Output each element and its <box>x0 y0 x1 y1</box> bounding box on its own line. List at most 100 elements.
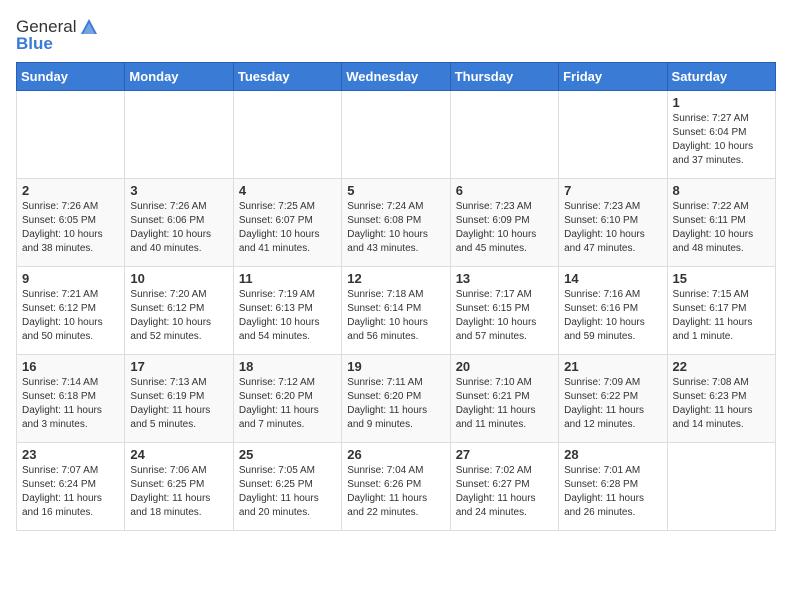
calendar-cell: 10 Sunrise: 7:20 AM Sunset: 6:12 PM Dayli… <box>125 267 233 355</box>
day-number: 18 <box>239 359 336 374</box>
day-number: 25 <box>239 447 336 462</box>
logo-icon <box>78 16 100 38</box>
calendar-cell: 19 Sunrise: 7:11 AM Sunset: 6:20 PM Dayli… <box>342 355 450 443</box>
day-number: 10 <box>130 271 227 286</box>
cell-info: Sunrise: 7:27 AM Sunset: 6:04 PM Dayligh… <box>673 112 770 168</box>
week-row-1: 1 Sunrise: 7:27 AM Sunset: 6:04 PM Daylig… <box>17 91 776 179</box>
cell-info: Sunrise: 7:14 AM Sunset: 6:18 PM Dayligh… <box>22 376 119 432</box>
day-number: 20 <box>456 359 553 374</box>
calendar-cell: 23 Sunrise: 7:07 AM Sunset: 6:24 PM Dayli… <box>17 443 125 531</box>
calendar-cell: 24 Sunrise: 7:06 AM Sunset: 6:25 PM Dayli… <box>125 443 233 531</box>
cell-info: Sunrise: 7:17 AM Sunset: 6:15 PM Dayligh… <box>456 288 553 344</box>
day-number: 21 <box>564 359 661 374</box>
cell-info: Sunrise: 7:26 AM Sunset: 6:05 PM Dayligh… <box>22 200 119 256</box>
calendar-cell: 7 Sunrise: 7:23 AM Sunset: 6:10 PM Daylig… <box>559 179 667 267</box>
header: General Blue <box>16 16 776 54</box>
col-header-tuesday: Tuesday <box>233 63 341 91</box>
calendar-cell: 14 Sunrise: 7:16 AM Sunset: 6:16 PM Dayli… <box>559 267 667 355</box>
logo-blue-text: Blue <box>16 34 53 54</box>
day-number: 15 <box>673 271 770 286</box>
cell-info: Sunrise: 7:08 AM Sunset: 6:23 PM Dayligh… <box>673 376 770 432</box>
week-row-4: 16 Sunrise: 7:14 AM Sunset: 6:18 PM Dayli… <box>17 355 776 443</box>
day-number: 11 <box>239 271 336 286</box>
cell-info: Sunrise: 7:06 AM Sunset: 6:25 PM Dayligh… <box>130 464 227 520</box>
calendar-cell: 1 Sunrise: 7:27 AM Sunset: 6:04 PM Daylig… <box>667 91 775 179</box>
day-number: 27 <box>456 447 553 462</box>
calendar-cell: 20 Sunrise: 7:10 AM Sunset: 6:21 PM Dayli… <box>450 355 558 443</box>
calendar-cell: 28Sunrise: 7:01 AM Sunset: 6:28 PM Dayli… <box>559 443 667 531</box>
cell-info: Sunrise: 7:20 AM Sunset: 6:12 PM Dayligh… <box>130 288 227 344</box>
day-number: 8 <box>673 183 770 198</box>
calendar-table: SundayMondayTuesdayWednesdayThursdayFrid… <box>16 62 776 531</box>
calendar-cell: 25 Sunrise: 7:05 AM Sunset: 6:25 PM Dayli… <box>233 443 341 531</box>
calendar-cell: 16 Sunrise: 7:14 AM Sunset: 6:18 PM Dayli… <box>17 355 125 443</box>
calendar-cell: 3 Sunrise: 7:26 AM Sunset: 6:06 PM Daylig… <box>125 179 233 267</box>
cell-info: Sunrise: 7:01 AM Sunset: 6:28 PM Dayligh… <box>564 464 661 520</box>
cell-info: Sunrise: 7:26 AM Sunset: 6:06 PM Dayligh… <box>130 200 227 256</box>
col-header-sunday: Sunday <box>17 63 125 91</box>
cell-info: Sunrise: 7:18 AM Sunset: 6:14 PM Dayligh… <box>347 288 444 344</box>
calendar-cell <box>667 443 775 531</box>
calendar-cell: 18 Sunrise: 7:12 AM Sunset: 6:20 PM Dayli… <box>233 355 341 443</box>
day-number: 1 <box>673 95 770 110</box>
calendar-cell: 13 Sunrise: 7:17 AM Sunset: 6:15 PM Dayli… <box>450 267 558 355</box>
calendar-cell: 21Sunrise: 7:09 AM Sunset: 6:22 PM Dayli… <box>559 355 667 443</box>
cell-info: Sunrise: 7:10 AM Sunset: 6:21 PM Dayligh… <box>456 376 553 432</box>
calendar-cell <box>233 91 341 179</box>
week-row-3: 9 Sunrise: 7:21 AM Sunset: 6:12 PM Daylig… <box>17 267 776 355</box>
calendar-cell: 26 Sunrise: 7:04 AM Sunset: 6:26 PM Dayli… <box>342 443 450 531</box>
cell-info: Sunrise: 7:16 AM Sunset: 6:16 PM Dayligh… <box>564 288 661 344</box>
day-number: 23 <box>22 447 119 462</box>
calendar-cell <box>559 91 667 179</box>
week-row-2: 2 Sunrise: 7:26 AM Sunset: 6:05 PM Daylig… <box>17 179 776 267</box>
day-number: 16 <box>22 359 119 374</box>
day-number: 14 <box>564 271 661 286</box>
calendar-cell: 4 Sunrise: 7:25 AM Sunset: 6:07 PM Daylig… <box>233 179 341 267</box>
day-number: 22 <box>673 359 770 374</box>
cell-info: Sunrise: 7:11 AM Sunset: 6:20 PM Dayligh… <box>347 376 444 432</box>
calendar-cell: 2 Sunrise: 7:26 AM Sunset: 6:05 PM Daylig… <box>17 179 125 267</box>
cell-info: Sunrise: 7:25 AM Sunset: 6:07 PM Dayligh… <box>239 200 336 256</box>
cell-info: Sunrise: 7:22 AM Sunset: 6:11 PM Dayligh… <box>673 200 770 256</box>
cell-info: Sunrise: 7:07 AM Sunset: 6:24 PM Dayligh… <box>22 464 119 520</box>
day-number: 4 <box>239 183 336 198</box>
col-header-wednesday: Wednesday <box>342 63 450 91</box>
day-number: 17 <box>130 359 227 374</box>
calendar-cell: 15 Sunrise: 7:15 AM Sunset: 6:17 PM Dayli… <box>667 267 775 355</box>
calendar-cell: 27 Sunrise: 7:02 AM Sunset: 6:27 PM Dayli… <box>450 443 558 531</box>
calendar-cell: 11 Sunrise: 7:19 AM Sunset: 6:13 PM Dayli… <box>233 267 341 355</box>
col-header-friday: Friday <box>559 63 667 91</box>
day-number: 19 <box>347 359 444 374</box>
cell-info: Sunrise: 7:12 AM Sunset: 6:20 PM Dayligh… <box>239 376 336 432</box>
logo: General Blue <box>16 16 100 54</box>
calendar-cell <box>342 91 450 179</box>
cell-info: Sunrise: 7:15 AM Sunset: 6:17 PM Dayligh… <box>673 288 770 344</box>
cell-info: Sunrise: 7:24 AM Sunset: 6:08 PM Dayligh… <box>347 200 444 256</box>
cell-info: Sunrise: 7:21 AM Sunset: 6:12 PM Dayligh… <box>22 288 119 344</box>
calendar-cell: 12 Sunrise: 7:18 AM Sunset: 6:14 PM Dayli… <box>342 267 450 355</box>
cell-info: Sunrise: 7:23 AM Sunset: 6:10 PM Dayligh… <box>564 200 661 256</box>
day-number: 9 <box>22 271 119 286</box>
cell-info: Sunrise: 7:04 AM Sunset: 6:26 PM Dayligh… <box>347 464 444 520</box>
day-number: 13 <box>456 271 553 286</box>
calendar-cell: 6Sunrise: 7:23 AM Sunset: 6:09 PM Daylig… <box>450 179 558 267</box>
col-header-saturday: Saturday <box>667 63 775 91</box>
cell-info: Sunrise: 7:23 AM Sunset: 6:09 PM Dayligh… <box>456 200 553 256</box>
week-row-5: 23 Sunrise: 7:07 AM Sunset: 6:24 PM Dayli… <box>17 443 776 531</box>
calendar-cell: 8 Sunrise: 7:22 AM Sunset: 6:11 PM Daylig… <box>667 179 775 267</box>
day-number: 7 <box>564 183 661 198</box>
col-header-thursday: Thursday <box>450 63 558 91</box>
cell-info: Sunrise: 7:19 AM Sunset: 6:13 PM Dayligh… <box>239 288 336 344</box>
calendar-cell: 5Sunrise: 7:24 AM Sunset: 6:08 PM Daylig… <box>342 179 450 267</box>
calendar-cell: 9 Sunrise: 7:21 AM Sunset: 6:12 PM Daylig… <box>17 267 125 355</box>
cell-info: Sunrise: 7:05 AM Sunset: 6:25 PM Dayligh… <box>239 464 336 520</box>
day-number: 12 <box>347 271 444 286</box>
day-number: 2 <box>22 183 119 198</box>
day-number: 26 <box>347 447 444 462</box>
calendar-cell <box>17 91 125 179</box>
cell-info: Sunrise: 7:02 AM Sunset: 6:27 PM Dayligh… <box>456 464 553 520</box>
calendar-cell <box>450 91 558 179</box>
calendar-cell: 22 Sunrise: 7:08 AM Sunset: 6:23 PM Dayli… <box>667 355 775 443</box>
day-number: 24 <box>130 447 227 462</box>
day-number: 3 <box>130 183 227 198</box>
